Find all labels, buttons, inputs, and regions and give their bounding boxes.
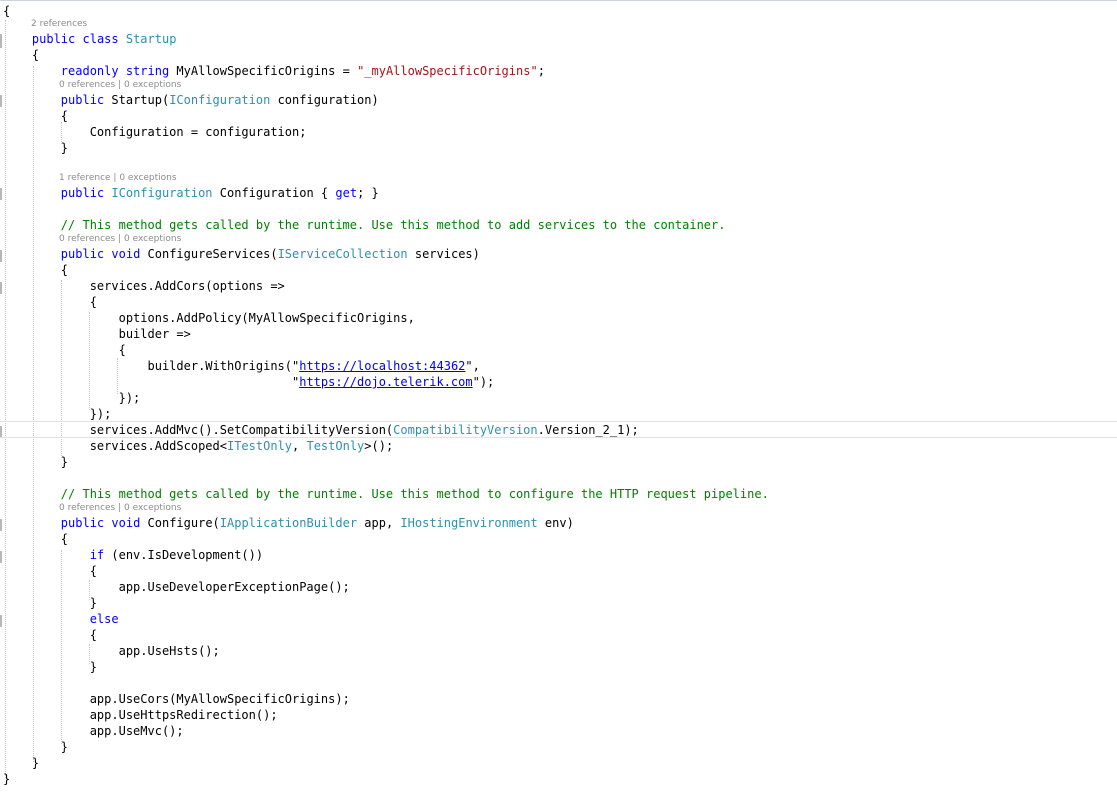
code-line: app.UseMvc();	[89, 724, 184, 738]
code-lens-references[interactable]: 0 references | 0 exceptions	[59, 79, 181, 91]
code-lens-references[interactable]: 0 references | 0 exceptions	[59, 233, 181, 245]
code-line: }	[31, 756, 40, 770]
code-line: {	[60, 263, 69, 277]
code-line: services.AddCors(options =>	[89, 279, 285, 293]
url-link[interactable]: https://dojo.telerik.com	[299, 375, 472, 389]
margin-marker	[0, 282, 2, 294]
code-line: }	[60, 141, 69, 155]
code-line: }	[60, 740, 69, 754]
code-line: }	[89, 596, 97, 610]
code-line: }	[3, 772, 11, 786]
code-line: else	[89, 612, 119, 626]
code-line: public IConfiguration Configuration { ge…	[60, 186, 379, 200]
code-line: });	[89, 407, 112, 421]
code-line: app.UseDeveloperExceptionPage();	[118, 580, 350, 594]
code-editor[interactable]: { 2 references public class Startup { re…	[0, 0, 1117, 795]
code-line: app.UseHttpsRedirection();	[89, 708, 278, 722]
code-line: "https://dojo.telerik.com");	[291, 375, 495, 389]
code-lens-references[interactable]: 0 references | 0 exceptions	[59, 502, 181, 514]
code-line: {	[60, 109, 69, 123]
code-line: });	[118, 391, 141, 405]
code-lens-references[interactable]: 1 reference | 0 exceptions	[59, 172, 177, 184]
code-lens-references[interactable]: 2 references	[31, 18, 87, 30]
code-line: {	[89, 628, 97, 642]
code-line: }	[89, 660, 97, 674]
code-line: {	[3, 4, 11, 18]
margin-marker	[0, 615, 2, 627]
code-line: services.AddMvc().SetCompatibilityVersio…	[89, 423, 639, 437]
code-line: {	[60, 532, 69, 546]
url-link[interactable]: https://localhost:44362	[299, 359, 465, 373]
code-line: options.AddPolicy(MyAllowSpecificOrigins…	[118, 311, 415, 325]
code-line: public void ConfigureServices(IServiceCo…	[60, 247, 480, 261]
margin-marker	[0, 34, 2, 48]
margin-marker	[0, 551, 2, 563]
code-line: {	[89, 295, 97, 309]
code-line: }	[60, 455, 69, 469]
code-comment: // This method gets called by the runtim…	[60, 218, 726, 232]
code-line: builder =>	[118, 327, 191, 341]
code-line: {	[118, 343, 126, 357]
code-line: services.AddScoped<ITestOnly, TestOnly>(…	[89, 439, 394, 453]
code-line: builder.WithOrigins("https://localhost:4…	[147, 359, 480, 373]
code-line: readonly string MyAllowSpecificOrigins =…	[60, 64, 545, 78]
margin-marker	[0, 250, 2, 262]
margin-marker	[0, 188, 2, 200]
code-line: app.UseCors(MyAllowSpecificOrigins);	[89, 692, 350, 706]
code-line: if (env.IsDevelopment())	[89, 548, 264, 562]
code-comment: // This method gets called by the runtim…	[60, 487, 769, 501]
code-line: public class Startup	[31, 32, 177, 46]
editor-top-border	[0, 0, 1117, 1]
code-line: app.UseHsts();	[118, 644, 220, 658]
margin-marker	[0, 519, 2, 531]
margin-marker	[0, 95, 2, 107]
code-line: public void Configure(IApplicationBuilde…	[60, 516, 574, 530]
code-line: {	[31, 48, 40, 62]
code-line: public Startup(IConfiguration configurat…	[60, 93, 379, 107]
code-line: {	[89, 564, 97, 578]
code-line: Configuration = configuration;	[89, 125, 307, 139]
